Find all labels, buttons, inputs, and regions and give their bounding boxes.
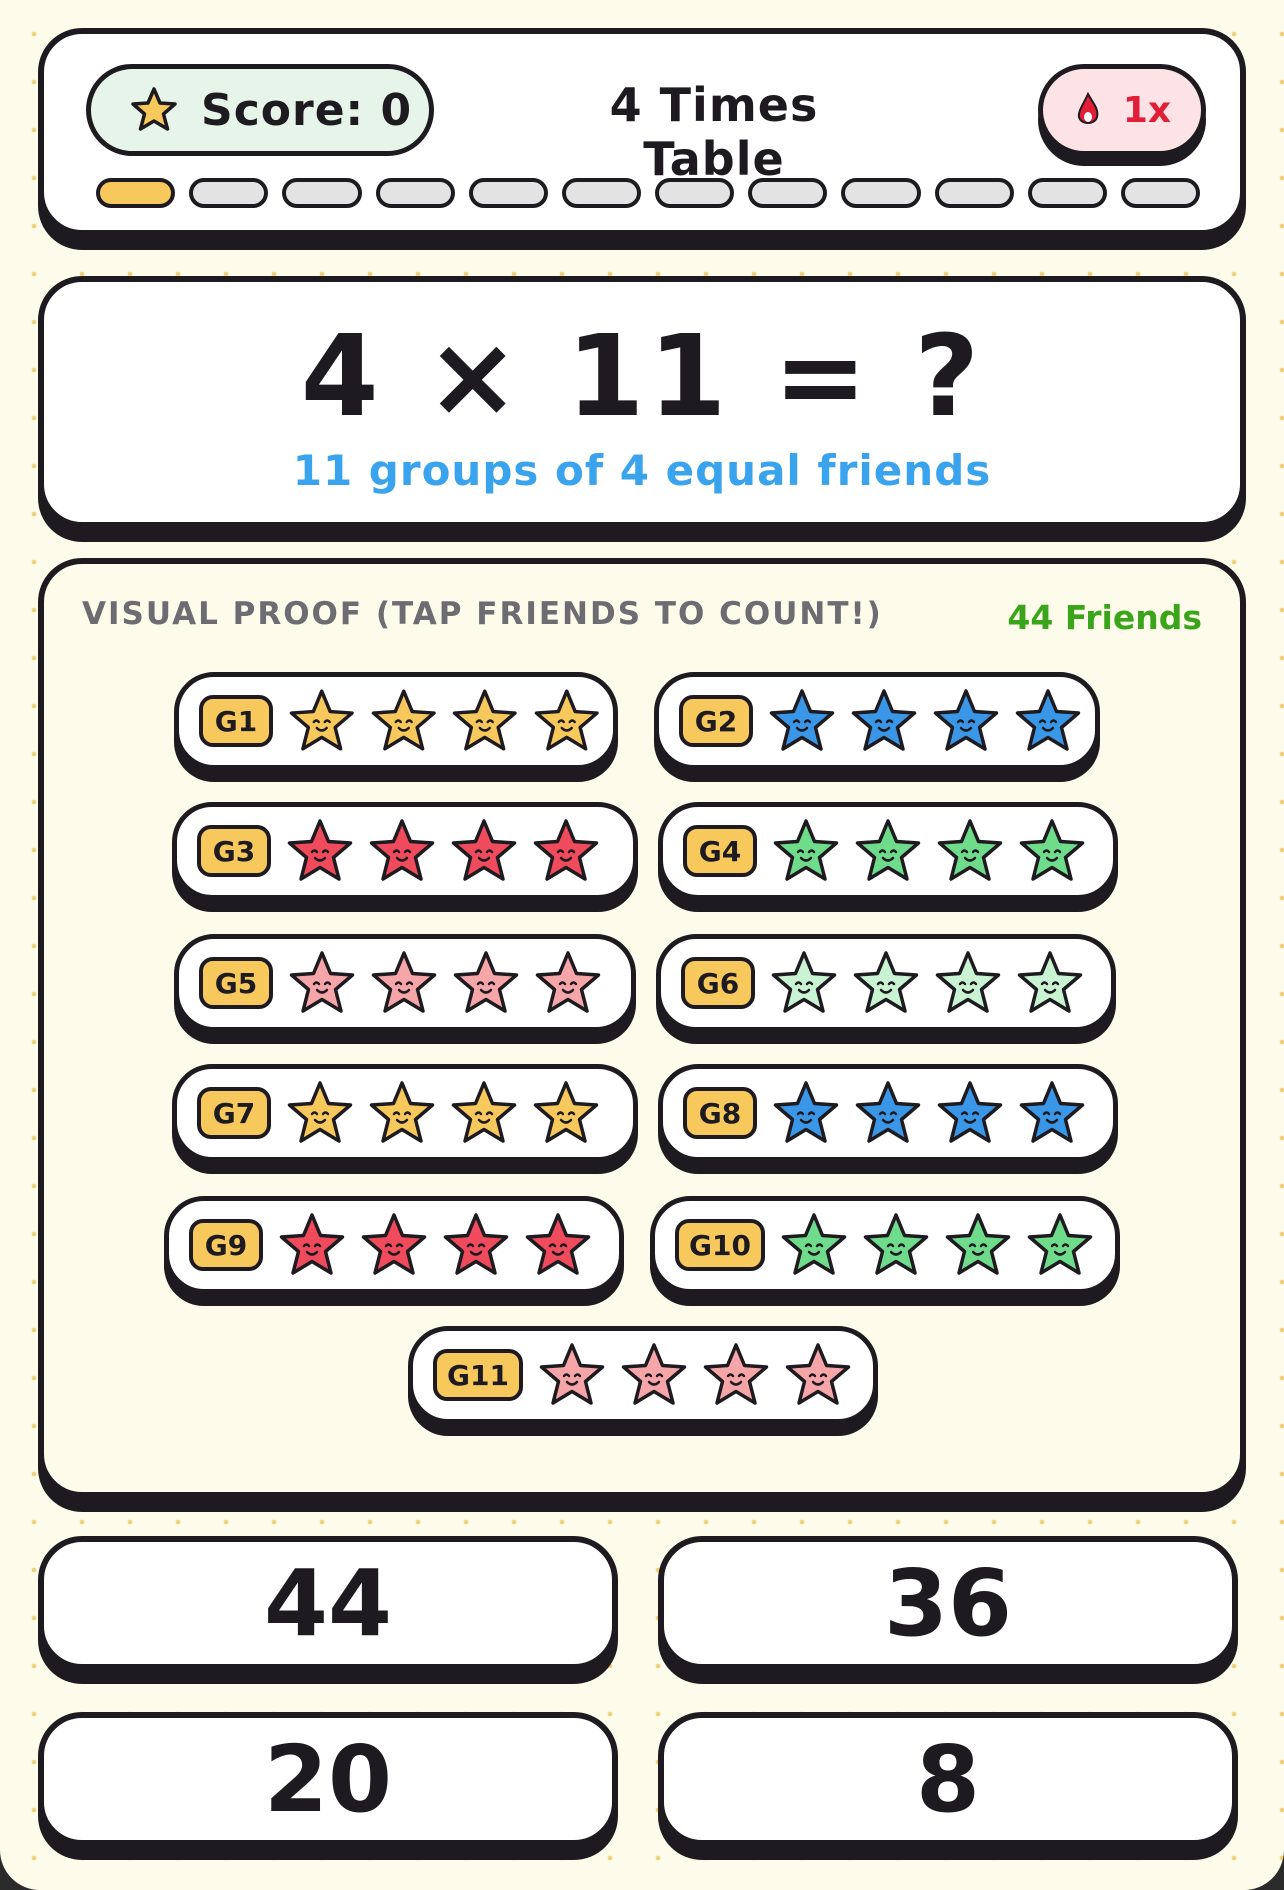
star-friend-icon[interactable]	[367, 816, 437, 886]
progress-segment	[1027, 178, 1107, 208]
star-friend-icon[interactable]	[531, 816, 601, 886]
answer-button-1[interactable]: 44	[38, 1536, 618, 1670]
progress-bar	[96, 178, 1201, 208]
streak-label: 1x	[1122, 89, 1172, 131]
score-pill: Score: 0	[86, 64, 434, 156]
group-badge: G7	[197, 1087, 271, 1139]
star-friend-icon[interactable]	[441, 1210, 511, 1280]
progress-segment	[748, 178, 828, 208]
star-friend-icon[interactable]	[523, 1210, 593, 1280]
star-friend-icon[interactable]	[287, 686, 357, 756]
group-badge: G9	[189, 1219, 263, 1271]
progress-segment	[655, 178, 735, 208]
group-badge: G3	[197, 825, 271, 877]
group-row: G7	[172, 1064, 638, 1162]
game-screen: Score: 0 4 Times Table 1x 4 × 11 = ? 11 …	[0, 0, 1284, 1890]
star-friend-icon[interactable]	[450, 686, 520, 756]
star-friend-icon[interactable]	[451, 948, 521, 1018]
question-card: 4 × 11 = ? 11 groups of 4 equal friends	[38, 276, 1246, 528]
star-friend-icon[interactable]	[701, 1340, 771, 1410]
star-friend-icon[interactable]	[449, 816, 519, 886]
progress-segment	[282, 178, 362, 208]
star-friend-icon[interactable]	[933, 948, 1003, 1018]
star-friend-icon[interactable]	[771, 816, 841, 886]
group-badge: G10	[675, 1219, 765, 1271]
progress-segment	[1120, 178, 1201, 208]
star-friend-icon[interactable]	[851, 948, 921, 1018]
group-badge: G1	[199, 695, 273, 747]
star-friend-icon[interactable]	[783, 1340, 853, 1410]
group-badge: G8	[683, 1087, 757, 1139]
star-friend-icon[interactable]	[767, 686, 837, 756]
progress-segment	[841, 178, 921, 208]
star-friend-icon[interactable]	[849, 686, 919, 756]
answer-button-4[interactable]: 8	[658, 1712, 1238, 1846]
star-friend-icon[interactable]	[931, 686, 1001, 756]
star-friend-icon[interactable]	[537, 1340, 607, 1410]
star-friend-icon[interactable]	[1025, 1210, 1095, 1280]
star-friend-icon[interactable]	[779, 1210, 849, 1280]
group-badge: G4	[683, 825, 757, 877]
progress-segment	[934, 178, 1014, 208]
star-friend-icon[interactable]	[935, 816, 1005, 886]
proof-label: VISUAL PROOF (TAP FRIENDS TO COUNT!)	[82, 596, 883, 632]
visual-proof-panel: VISUAL PROOF (TAP FRIENDS TO COUNT!) 44 …	[38, 558, 1246, 1498]
star-friend-icon[interactable]	[771, 1078, 841, 1148]
equation-hint: 11 groups of 4 equal friends	[292, 446, 992, 495]
star-friend-icon[interactable]	[853, 1078, 923, 1148]
star-friend-icon[interactable]	[369, 686, 439, 756]
group-row: G5	[174, 934, 636, 1032]
star-friend-icon[interactable]	[359, 1210, 429, 1280]
star-friend-icon[interactable]	[769, 948, 839, 1018]
star-friend-icon[interactable]	[1017, 1078, 1087, 1148]
star-friend-icon[interactable]	[285, 1078, 355, 1148]
star-friend-icon[interactable]	[285, 816, 355, 886]
star-friend-icon[interactable]	[531, 1078, 601, 1148]
group-badge: G11	[433, 1349, 523, 1401]
friends-count: 44 Friends	[1007, 598, 1202, 637]
star-friend-icon[interactable]	[367, 1078, 437, 1148]
star-friend-icon[interactable]	[277, 1210, 347, 1280]
progress-segment	[468, 178, 548, 208]
group-row: G11	[408, 1326, 878, 1424]
star-friend-icon[interactable]	[449, 1078, 519, 1148]
group-row: G3	[172, 802, 638, 900]
star-friend-icon[interactable]	[532, 686, 602, 756]
star-friend-icon[interactable]	[1013, 686, 1083, 756]
group-row: G2	[654, 672, 1100, 770]
star-friend-icon[interactable]	[1017, 816, 1087, 886]
group-row: G8	[658, 1064, 1118, 1162]
group-badge: G5	[199, 957, 273, 1009]
answer-button-3[interactable]: 20	[38, 1712, 618, 1846]
header-card: Score: 0 4 Times Table 1x	[38, 28, 1246, 236]
progress-segment	[561, 178, 642, 208]
score-label: Score: 0	[201, 84, 413, 136]
answer-button-2[interactable]: 36	[658, 1536, 1238, 1670]
page-title: 4 Times Table	[609, 78, 819, 186]
progress-segment	[96, 178, 176, 208]
star-friend-icon[interactable]	[619, 1340, 689, 1410]
star-icon	[131, 87, 177, 131]
star-friend-icon[interactable]	[853, 816, 923, 886]
group-badge: G6	[681, 957, 755, 1009]
group-row: G6	[656, 934, 1116, 1032]
group-row: G4	[658, 802, 1118, 900]
streak-badge: 1x	[1038, 64, 1206, 156]
equation: 4 × 11 = ?	[300, 312, 984, 442]
star-friend-icon[interactable]	[1015, 948, 1085, 1018]
group-row: G9	[164, 1196, 624, 1294]
group-row: G1	[174, 672, 618, 770]
star-friend-icon[interactable]	[369, 948, 439, 1018]
star-friend-icon[interactable]	[287, 948, 357, 1018]
group-badge: G2	[679, 695, 753, 747]
star-friend-icon[interactable]	[943, 1210, 1013, 1280]
flame-icon	[1077, 91, 1099, 124]
group-row: G10	[650, 1196, 1120, 1294]
progress-segment	[375, 178, 455, 208]
star-friend-icon[interactable]	[533, 948, 603, 1018]
star-friend-icon[interactable]	[861, 1210, 931, 1280]
star-friend-icon[interactable]	[935, 1078, 1005, 1148]
progress-segment	[189, 178, 269, 208]
